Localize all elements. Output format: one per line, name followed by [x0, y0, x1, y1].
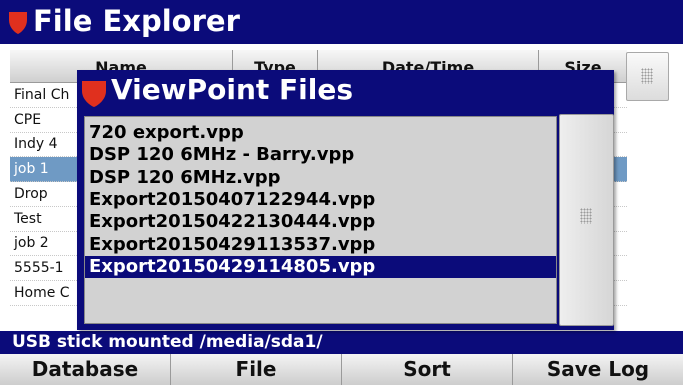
table-row-name: Final Ch [14, 87, 70, 103]
dialog-title: ViewPoint Files [111, 73, 354, 106]
file-list-item[interactable]: DSP 120 6MHz - Barry.vpp [85, 144, 556, 166]
window-title: File Explorer [33, 4, 240, 38]
file-list-item[interactable]: Export20150407122944.vpp [85, 189, 556, 211]
grip-icon [641, 68, 653, 84]
status-text: USB stick mounted /media/sda1/ [12, 332, 323, 352]
softkey-bar: Database File Sort Save Log [0, 354, 683, 385]
file-list-item-label: Export20150407122944.vpp [89, 188, 376, 210]
table-row-name: job 1 [14, 161, 49, 178]
file-list-scrollbar[interactable] [559, 114, 614, 326]
viewpoint-files-dialog: ViewPoint Files 720 export.vpp DSP 120 6M… [77, 70, 614, 330]
status-bar: USB stick mounted /media/sda1/ [0, 331, 683, 354]
save-log-button[interactable]: Save Log [513, 354, 683, 385]
shield-icon [9, 12, 27, 34]
file-list-item-label: DSP 120 6MHz - Barry.vpp [89, 144, 355, 166]
file-list-item-label: 720 export.vpp [89, 122, 244, 143]
database-button[interactable]: Database [0, 354, 171, 385]
table-row-name: job 2 [14, 235, 49, 252]
table-row-name: Drop [14, 185, 48, 202]
file-list-item[interactable]: Export20150429113537.vpp [85, 234, 556, 256]
file-list-item[interactable]: Export20150422130444.vpp [85, 211, 556, 233]
table-row-name: CPE [14, 111, 42, 128]
sort-button[interactable]: Sort [342, 354, 513, 385]
file-button[interactable]: File [171, 354, 342, 385]
file-list-item[interactable]: 720 export.vpp [85, 122, 556, 144]
table-scrollbar[interactable] [626, 52, 669, 101]
file-list-item-label: Export20150429113537.vpp [89, 233, 376, 255]
title-bar: File Explorer [0, 0, 683, 44]
grip-icon [580, 208, 592, 224]
table-row-name: Home C [14, 284, 70, 301]
shield-icon [82, 81, 106, 107]
file-list-item-label: DSP 120 6MHz.vpp [89, 166, 281, 188]
file-list-item[interactable]: DSP 120 6MHz.vpp [85, 167, 556, 189]
table-row-name: Indy 4 [14, 136, 58, 153]
file-list-item[interactable]: Export20150429114805.vpp [85, 255, 556, 278]
file-list-item-label: Export20150422130444.vpp [89, 211, 376, 233]
table-row-name: 5555-1 [14, 259, 64, 276]
file-list: 720 export.vpp DSP 120 6MHz - Barry.vpp DS… [84, 116, 557, 324]
table-row-name: Test [14, 210, 42, 227]
file-list-item-label: Export20150429114805.vpp [89, 255, 376, 277]
